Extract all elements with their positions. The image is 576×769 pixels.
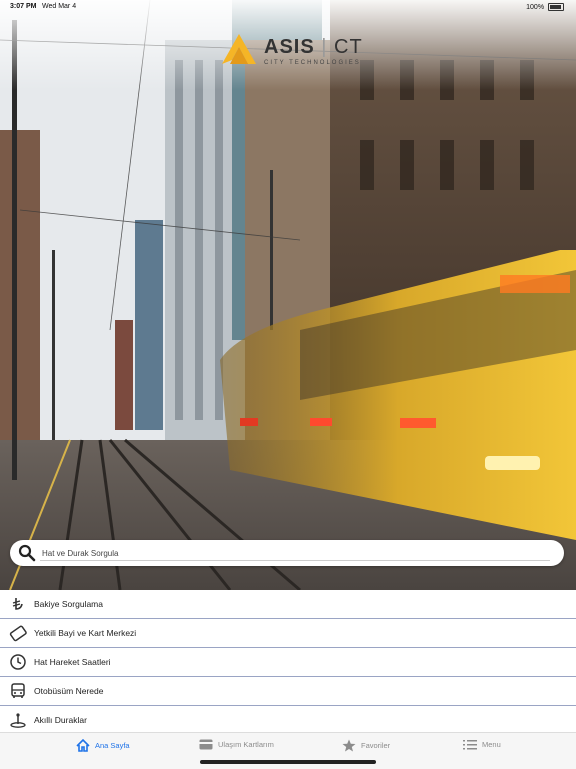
menu-item-label: Hat Hareket Saatleri (34, 657, 111, 667)
search-underline (40, 560, 550, 561)
tab-favorites[interactable]: Favoriler (342, 739, 390, 752)
list-icon (463, 740, 477, 750)
tab-label: Ulaşım Kartlarım (218, 740, 274, 749)
hero-background: 3:07 PM Wed Mar 4 100% ASIS | CT CITY TE… (0, 0, 576, 590)
menu-item-label: Yetkili Bayi ve Kart Merkezi (34, 628, 137, 638)
menu-item-bus-location[interactable]: Otobüsüm Nerede (0, 677, 576, 706)
tab-cards[interactable]: Ulaşım Kartlarım (199, 739, 274, 750)
card-icon (8, 623, 28, 643)
menu-item-label: Bakiye Sorgulama (34, 599, 103, 609)
battery-percent: 100% (526, 3, 545, 11)
search-input[interactable]: Hat ve Durak Sorgula (42, 549, 118, 558)
search-icon (18, 544, 36, 562)
card-icon (199, 739, 213, 750)
star-icon (342, 739, 356, 752)
logo-wordmark: ASIS | CT (264, 36, 363, 58)
menu-item-dealers[interactable]: Yetkili Bayi ve Kart Merkezi (0, 619, 576, 648)
status-bar: 3:07 PM Wed Mar 4 100% (0, 0, 576, 14)
main-menu: Bakiye Sorgulama Yetkili Bayi ve Kart Me… (0, 590, 576, 735)
city-tram-photo (0, 0, 576, 590)
menu-item-smart-stops[interactable]: Akıllı Duraklar (0, 706, 576, 735)
menu-item-schedule[interactable]: Hat Hareket Saatleri (0, 648, 576, 677)
logo-name-bold: ASIS (264, 36, 315, 58)
menu-item-label: Akıllı Duraklar (34, 715, 87, 725)
tab-label: Menu (482, 740, 501, 749)
tab-label: Favoriler (361, 741, 391, 750)
tab-label: Ana Sayfa (95, 741, 130, 750)
status-time: 3:07 PM (10, 3, 37, 10)
search-bar[interactable]: Hat ve Durak Sorgula (10, 540, 564, 566)
logo-mark-icon (222, 34, 256, 64)
menu-item-balance[interactable]: Bakiye Sorgulama (0, 590, 576, 619)
status-date: Wed Mar 4 (42, 3, 77, 10)
tab-home[interactable]: Ana Sayfa (76, 739, 130, 752)
battery-icon (548, 3, 564, 11)
logo-tagline: CITY TECHNOLOGIES (264, 60, 361, 66)
bus-icon (8, 681, 28, 701)
lira-icon (8, 594, 28, 614)
tab-menu[interactable]: Menu (463, 739, 501, 750)
menu-item-label: Otobüsüm Nerede (34, 686, 104, 696)
logo-name-rest: CT (334, 36, 363, 58)
home-icon (76, 739, 90, 752)
status-battery: 100% (526, 3, 564, 11)
smart-stop-icon (8, 710, 28, 730)
clock-icon (8, 652, 28, 672)
home-indicator[interactable] (200, 760, 376, 764)
